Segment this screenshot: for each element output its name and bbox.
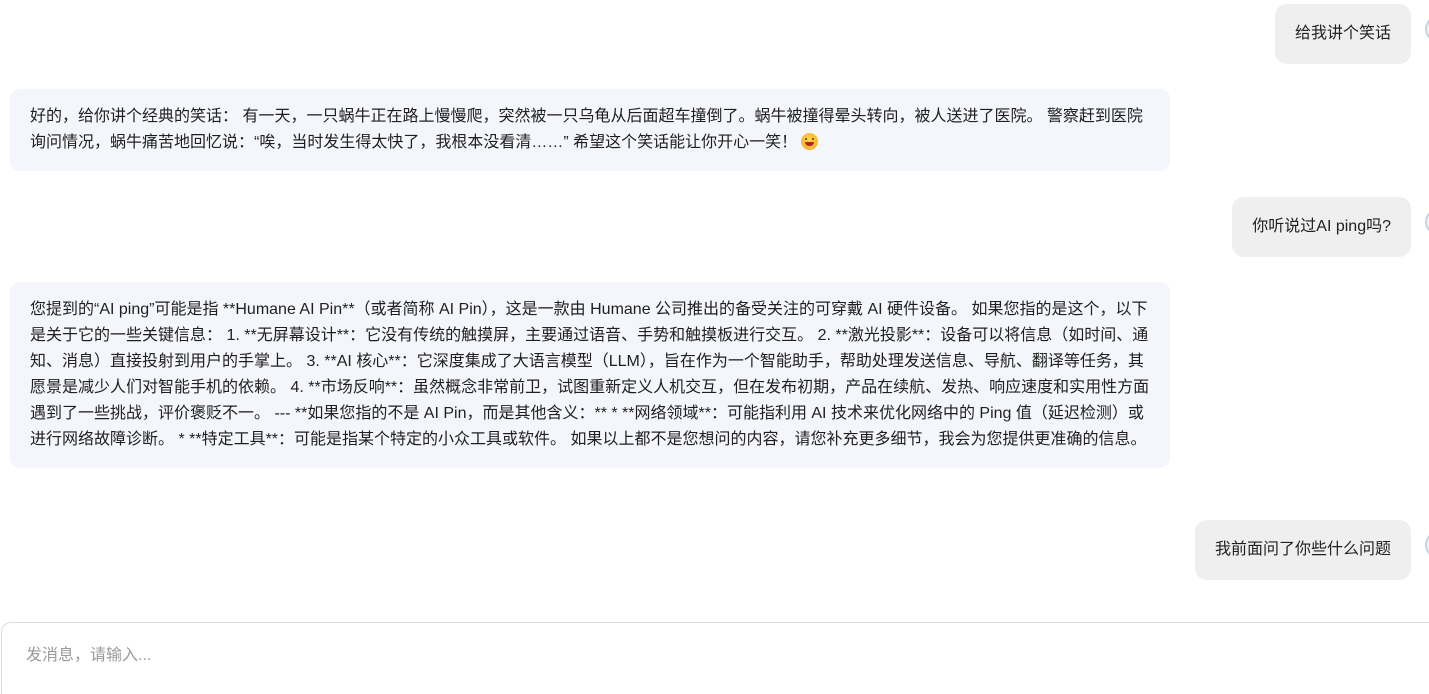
user-message-text: 给我讲个笑话 [1294,25,1391,42]
user-avatar [1425,532,1429,558]
assistant-message-text: 好的，给你讲个经典的笑话： 有一天，一只蜗牛正在路上慢慢爬，突然被一只乌龟从后面… [30,108,1143,151]
message-input[interactable] [26,643,1026,669]
user-message-text: 你听说过AI ping吗? [1252,218,1391,235]
user-message: 给我讲个笑话 [1274,4,1411,64]
user-message: 我前面问了你些什么问题 [1194,520,1411,580]
user-message: 你听说过AI ping吗? [1232,197,1411,257]
chat-window: 给我讲个笑话 好的，给你讲个经典的笑话： 有一天，一只蜗牛正在路上慢慢爬，突然被… [0,0,1429,694]
user-avatar [1425,16,1429,42]
message-composer[interactable] [1,622,1429,694]
user-message-text: 我前面问了你些什么问题 [1214,541,1391,558]
user-avatar [1425,209,1429,235]
assistant-message: 您提到的“AI ping”可能是指 **Humane AI Pin**（或者简称… [10,282,1170,468]
assistant-message: 好的，给你讲个经典的笑话： 有一天，一只蜗牛正在路上慢慢爬，突然被一只乌龟从后面… [10,89,1170,171]
grinning-face-emoji-icon [801,133,819,150]
assistant-message-text: 您提到的“AI ping”可能是指 **Humane AI Pin**（或者简称… [30,301,1150,448]
